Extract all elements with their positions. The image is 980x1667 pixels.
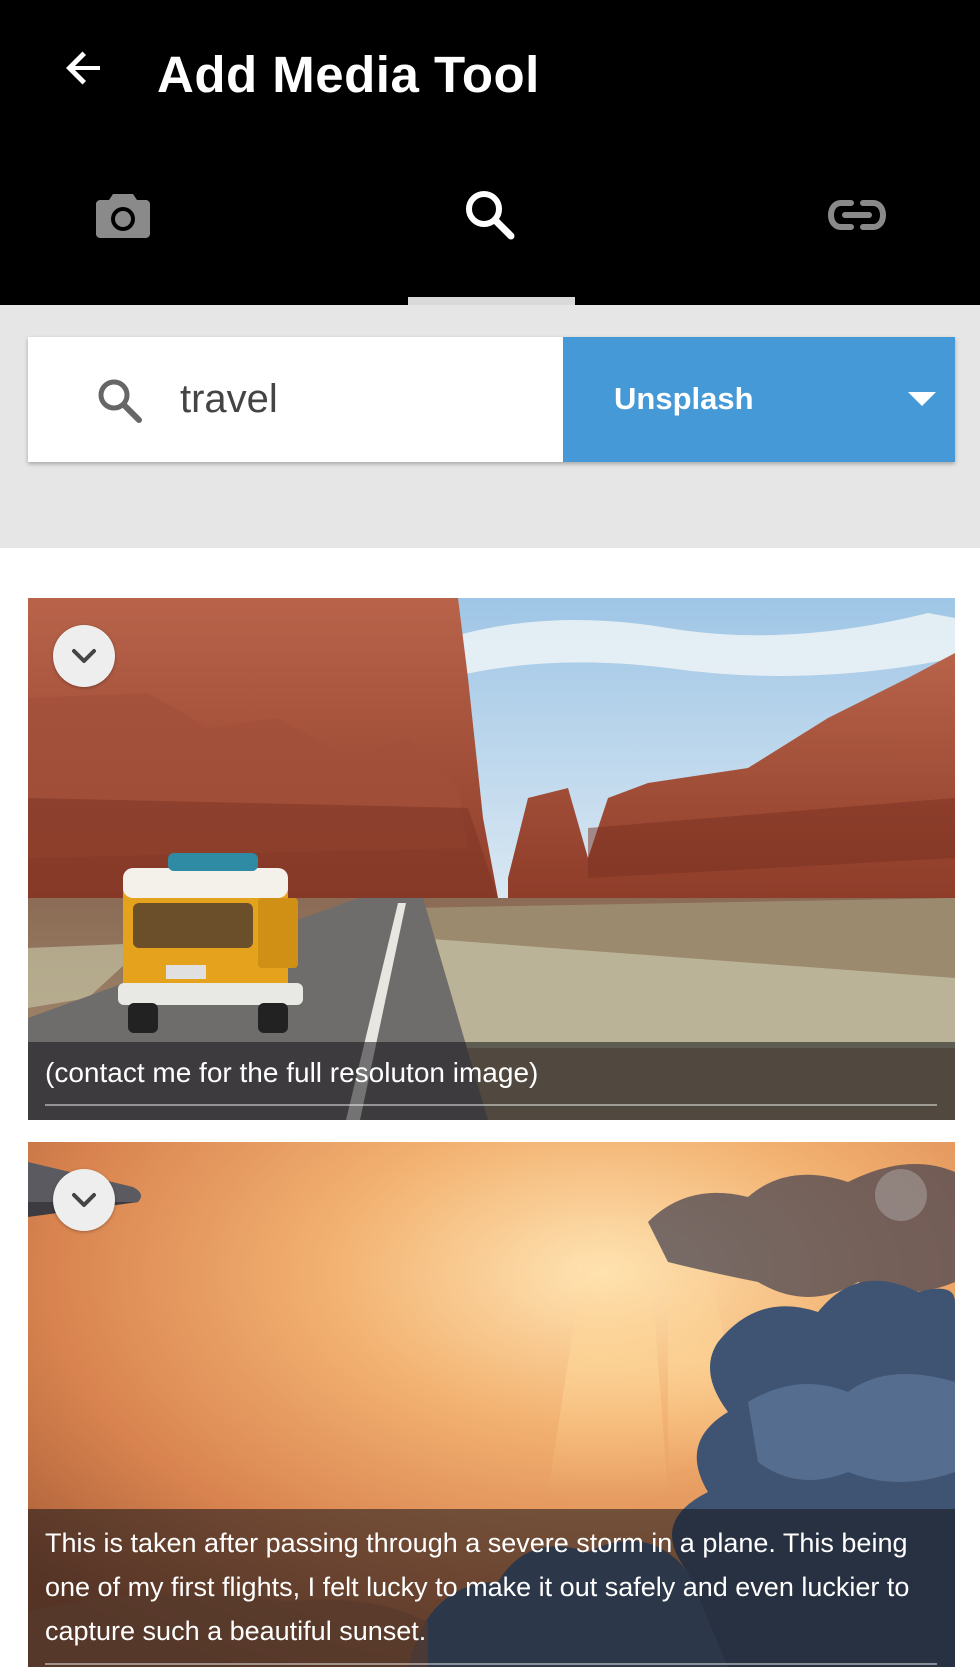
tab-indicator (408, 297, 575, 305)
expand-toggle-button[interactable] (53, 625, 115, 687)
image-caption[interactable]: This is taken after passing through a se… (28, 1509, 955, 1667)
page-title: Add Media Tool (157, 46, 540, 103)
select-checkbox[interactable] (875, 1169, 927, 1221)
camera-icon (96, 194, 150, 238)
search-field-icon-wrap (92, 373, 148, 429)
back-button[interactable] (52, 36, 116, 100)
result-card[interactable]: (contact me for the full resoluton image… (28, 598, 955, 1120)
tab-camera[interactable] (63, 170, 183, 260)
link-icon (827, 200, 887, 230)
chevron-down-icon (72, 1193, 96, 1207)
arrow-left-icon (66, 51, 100, 85)
result-card[interactable]: This is taken after passing through a se… (28, 1142, 955, 1667)
source-dropdown[interactable]: Unsplash (563, 337, 955, 462)
search-bar: Unsplash (28, 337, 955, 462)
search-icon (466, 191, 515, 240)
chevron-down-icon (72, 649, 96, 663)
search-area: Unsplash (0, 305, 980, 548)
source-dropdown-label: Unsplash (614, 381, 754, 416)
search-input[interactable] (178, 359, 548, 439)
caption-underline (45, 1104, 937, 1106)
expand-toggle-button[interactable] (53, 1169, 115, 1231)
search-icon (98, 379, 142, 423)
tab-search[interactable] (430, 170, 550, 260)
tab-link[interactable] (797, 170, 917, 260)
top-bar: Add Media Tool (0, 0, 980, 150)
image-caption[interactable]: (contact me for the full resoluton image… (28, 1042, 955, 1120)
caption-underline (45, 1663, 937, 1665)
caret-down-icon (908, 392, 936, 406)
app-header: Add Media Tool (0, 0, 980, 305)
